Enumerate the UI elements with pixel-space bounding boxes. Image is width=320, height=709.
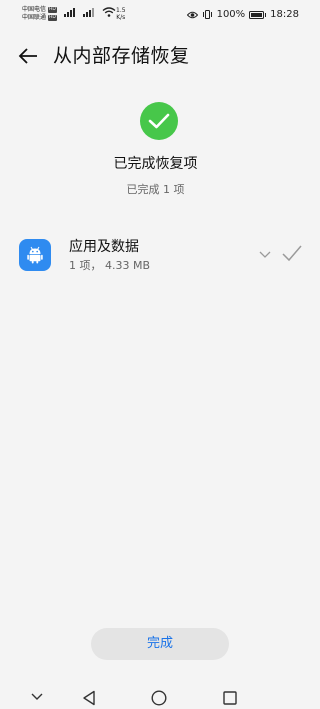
nav-recents-button[interactable]: [221, 689, 239, 707]
success-check-icon: [140, 102, 178, 140]
carrier-info: 中国电信 HD 中国联通 HD: [22, 6, 57, 22]
list-item-apps-and-data[interactable]: 应用及数据 1 项， 4.33 MB: [0, 233, 311, 279]
nav-collapse-button[interactable]: [28, 689, 46, 703]
android-icon: [19, 239, 51, 271]
restore-complete-count: 已完成 1 项: [126, 183, 185, 196]
status-right-group: 100% 18:28: [186, 9, 299, 20]
triangle-back-icon: [83, 690, 95, 706]
square-recents-icon: [223, 691, 237, 705]
page-title: 从内部存储恢复: [53, 45, 190, 67]
nav-back-button[interactable]: [80, 689, 98, 707]
battery-percent: 100%: [216, 9, 246, 20]
system-nav-bar: [0, 684, 311, 709]
chevron-down-icon: [31, 693, 43, 700]
chevron-down-icon[interactable]: [258, 249, 272, 259]
network-speed: 1.5 K/s: [116, 7, 126, 21]
wifi-icon: [102, 7, 116, 17]
nav-home-button[interactable]: [150, 689, 168, 707]
circle-home-icon: [151, 690, 167, 706]
eye-comfort-icon: [186, 11, 198, 18]
clock: 18:28: [270, 9, 299, 20]
cell-signal-icon: [64, 8, 75, 17]
battery-icon: [249, 10, 267, 19]
status-bar: 中国电信 HD 中国联通 HD 1.5 K/s 100% 18:28: [0, 0, 311, 26]
carrier-1-name: 中国电信: [22, 6, 47, 13]
app-header: 从内部存储恢复: [0, 36, 311, 76]
arrow-left-icon: [18, 48, 37, 64]
signal-indicators: [64, 7, 116, 17]
vibrate-icon: [202, 10, 212, 19]
back-button[interactable]: [16, 44, 40, 68]
checkmark-icon: [282, 245, 302, 262]
cell-signal-icon: [83, 8, 94, 17]
item-name: 应用及数据: [69, 239, 139, 255]
hd-badge: HD: [48, 7, 57, 13]
hd-badge: HD: [48, 15, 57, 21]
item-detail: 1 项， 4.33 MB: [69, 259, 151, 272]
done-button[interactable]: 完成: [91, 628, 229, 660]
network-speed-value: 1.5: [116, 7, 126, 14]
network-speed-unit: K/s: [116, 14, 126, 21]
carrier-2-name: 中国联通: [22, 14, 47, 21]
restore-complete-title: 已完成恢复项: [113, 156, 198, 172]
